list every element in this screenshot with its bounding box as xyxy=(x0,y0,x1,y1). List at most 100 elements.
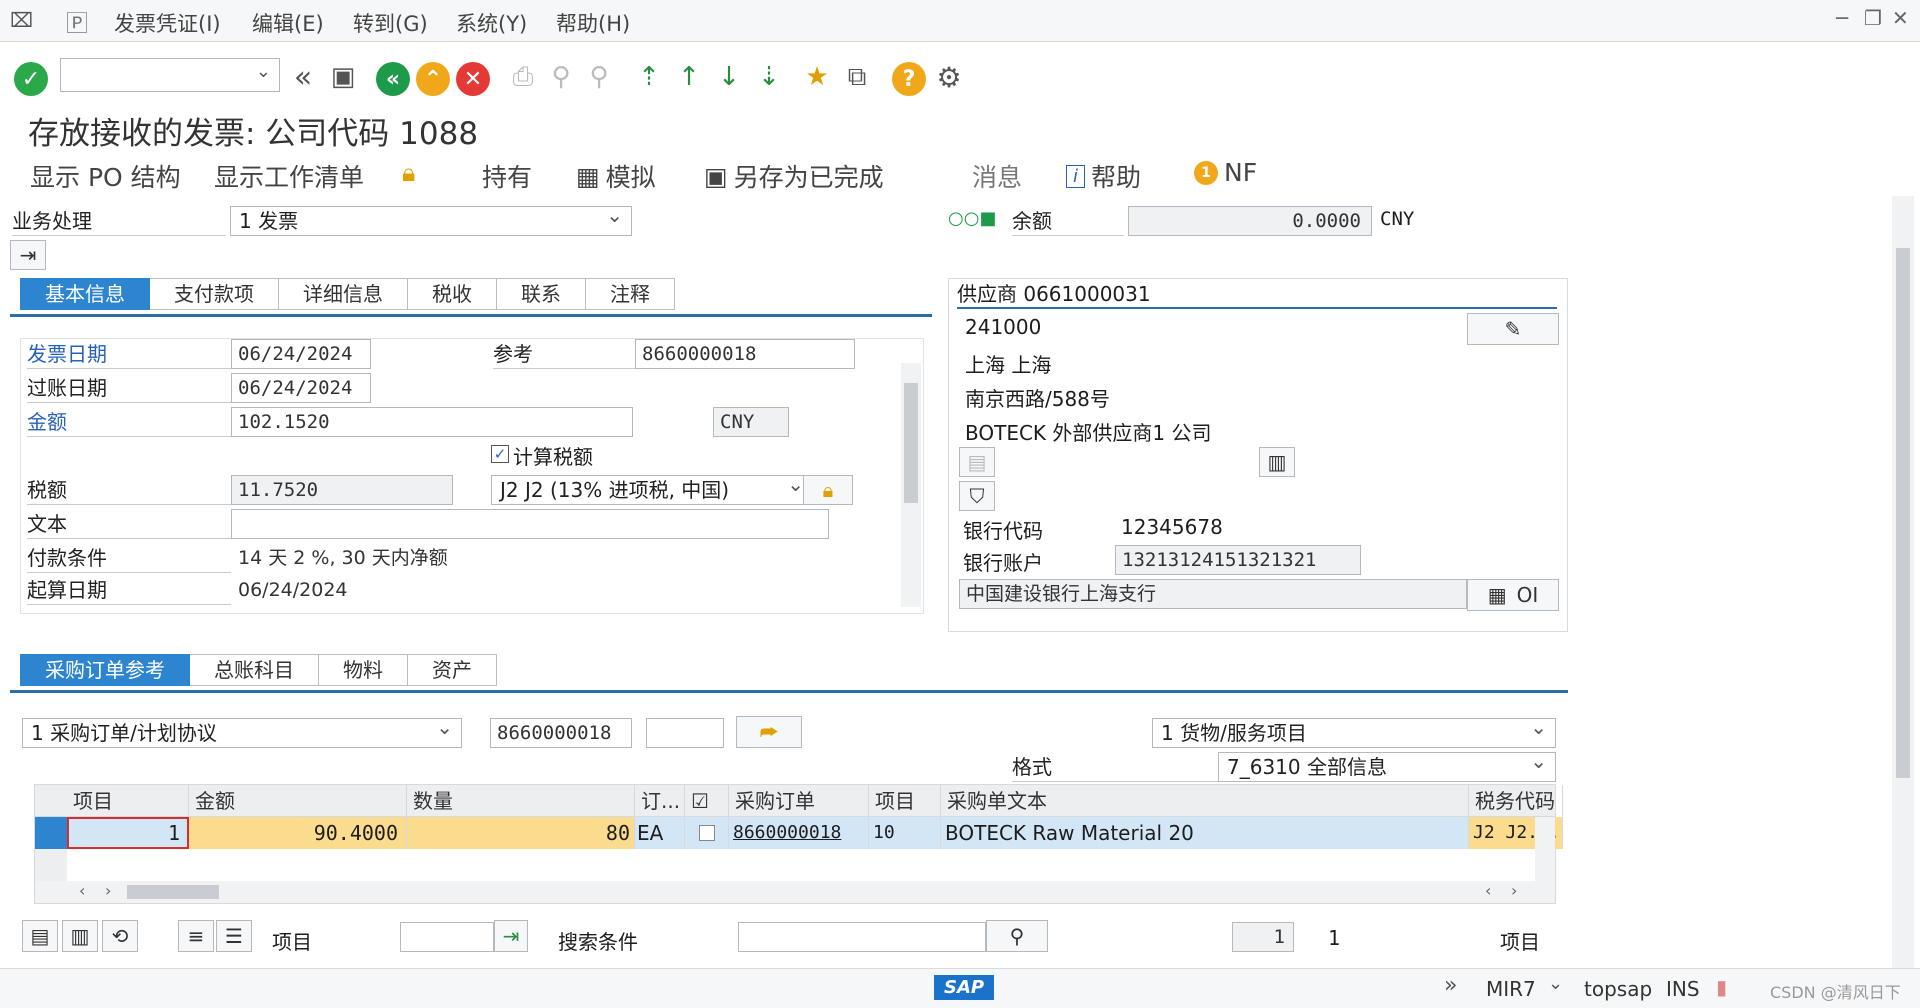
baseline-date-value[interactable]: 06/24/2024 xyxy=(231,575,451,605)
new-session-icon[interactable]: ★ xyxy=(800,60,834,94)
bank-account-field[interactable]: 13213124151321321 xyxy=(1115,545,1361,575)
col-tax-code[interactable]: 税务代码 xyxy=(1469,785,1563,817)
tab-asset[interactable]: 资产 xyxy=(408,654,497,686)
menu-edit[interactable]: 编辑(E) xyxy=(252,8,324,38)
col-quantity[interactable]: 数量 xyxy=(407,785,635,817)
menu-help[interactable]: 帮助(H) xyxy=(556,8,630,38)
col-po[interactable]: 采购订单 xyxy=(729,785,869,817)
invoice-date-field[interactable]: 06/24/2024 xyxy=(231,339,371,369)
messages-button[interactable]: 消息 xyxy=(972,158,1022,194)
main-scrollbar[interactable] xyxy=(1892,196,1914,968)
back-double-icon[interactable]: « xyxy=(286,60,320,95)
menu-layout-icon[interactable]: 🄿 xyxy=(66,6,88,38)
tab-contacts[interactable]: 联系 xyxy=(497,278,586,310)
cell-amount[interactable]: 90.4000 xyxy=(189,817,407,849)
item-filter-field[interactable] xyxy=(400,922,494,952)
po-transfer-icon[interactable]: ⮫ xyxy=(736,716,802,748)
menu-goto[interactable]: 转到(G) xyxy=(353,8,428,38)
deselect-icon[interactable]: ▥ xyxy=(62,920,98,952)
po-item-field[interactable] xyxy=(646,718,724,748)
close-window-icon[interactable]: ✕ xyxy=(1892,6,1909,30)
main-scroll-thumb[interactable] xyxy=(1896,248,1910,778)
find-next-icon[interactable]: ⚲ xyxy=(582,60,616,94)
posting-date-field[interactable]: 06/24/2024 xyxy=(231,373,371,403)
exit-icon[interactable]: ⌃ xyxy=(416,62,450,96)
tab-po-reference[interactable]: 采购订单参考 xyxy=(20,654,190,686)
col-po-item[interactable]: 项目 xyxy=(869,785,941,817)
row-selector-empty[interactable] xyxy=(35,849,67,881)
shortcut-icon[interactable]: ⧉ xyxy=(840,60,874,94)
search-icon[interactable]: ⚲ xyxy=(986,920,1048,952)
vendor-filter-icon[interactable]: ⛉ xyxy=(959,481,995,511)
tab-basic-data[interactable]: 基本信息 xyxy=(20,278,150,310)
oi-button[interactable]: ▦ OI xyxy=(1467,579,1559,611)
hold-button[interactable]: 持有 xyxy=(482,158,532,194)
cell-item[interactable]: 1 xyxy=(67,817,189,849)
nf-button[interactable]: 1 NF xyxy=(1194,158,1257,187)
item-type-select[interactable]: 1 货物/服务项目 xyxy=(1152,718,1556,748)
search-field[interactable] xyxy=(738,922,986,952)
minimize-icon[interactable]: ─ xyxy=(1836,6,1848,30)
item-jump-icon[interactable]: ⇥ xyxy=(494,920,528,952)
layout-select[interactable]: 7_6310 全部信息 xyxy=(1218,752,1556,782)
save-icon[interactable]: ▣ xyxy=(326,60,360,94)
tab-gl-account[interactable]: 总账科目 xyxy=(190,654,319,686)
save-completed-button[interactable]: ▣ 另存为已完成 xyxy=(704,158,884,194)
select-all-icon[interactable]: ▤ xyxy=(22,920,58,952)
menu-exit-icon[interactable]: ⌧ xyxy=(10,8,33,32)
lock-icon[interactable]: 🔒︎ xyxy=(402,158,415,188)
currency-field[interactable]: CNY xyxy=(713,407,789,437)
next-page-icon[interactable]: ↓ xyxy=(712,60,746,94)
cell-po-item[interactable]: 10 xyxy=(869,817,941,849)
cell-flag-checkbox[interactable] xyxy=(699,825,715,841)
amount-field[interactable]: 102.1520 xyxy=(231,407,633,437)
basic-scroll-thumb[interactable] xyxy=(904,383,918,503)
tab-note[interactable]: 注释 xyxy=(586,278,675,310)
command-field[interactable]: ⌄ xyxy=(60,58,280,92)
status-expand-icon[interactable]: » xyxy=(1444,973,1457,998)
cell-po[interactable]: 8660000018 xyxy=(729,817,869,849)
display-worklist-button[interactable]: 显示工作清单 xyxy=(214,158,364,194)
tcode-label[interactable]: MIR7 xyxy=(1486,977,1536,1001)
help-button[interactable]: i 帮助 xyxy=(1066,158,1141,194)
cell-quantity[interactable]: 80 xyxy=(407,817,635,849)
scroll-right-icon[interactable]: › xyxy=(105,881,111,900)
table-row[interactable]: 1 90.4000 80 EA 8660000018 10 BOTECK Raw… xyxy=(35,817,1563,849)
current-page-field[interactable]: 1 xyxy=(1232,922,1294,952)
calc-tax-checkbox[interactable]: ✓ xyxy=(491,445,509,463)
back-icon[interactable]: « xyxy=(376,62,410,96)
tcode-dropdown-icon[interactable]: ⌄ xyxy=(1548,973,1563,994)
col-order-unit[interactable]: 订... xyxy=(635,785,685,817)
grid-vscrollbar[interactable] xyxy=(1535,817,1555,881)
col-po-text[interactable]: 采购单文本 xyxy=(941,785,1469,817)
tax-detail-icon[interactable]: 🔒︎ xyxy=(803,475,853,505)
first-page-icon[interactable]: ⇡ xyxy=(632,60,666,94)
scroll-right2-icon[interactable]: › xyxy=(1511,881,1517,900)
menu-invoice[interactable]: 发票凭证(I) xyxy=(114,8,221,38)
text-field[interactable] xyxy=(231,509,829,539)
cell-unit[interactable]: EA xyxy=(635,817,685,849)
simulate-button[interactable]: ▦ 模拟 xyxy=(576,158,656,194)
col-flag-icon[interactable]: ☑ xyxy=(685,785,729,817)
tab-payment[interactable]: 支付款项 xyxy=(150,278,279,310)
cell-flag[interactable] xyxy=(685,817,729,849)
vendor-clipboard-icon[interactable]: ▥ xyxy=(1259,447,1295,477)
prev-page-icon[interactable]: ↑ xyxy=(672,60,706,94)
transaction-select[interactable]: 1 发票 xyxy=(230,206,632,236)
vendor-edit-icon[interactable]: ✎ xyxy=(1467,313,1559,345)
tab-details[interactable]: 详细信息 xyxy=(279,278,408,310)
cell-po-text[interactable]: BOTECK Raw Material 20 xyxy=(941,817,1469,849)
scroll-left2-icon[interactable]: ‹ xyxy=(1485,881,1491,900)
grid-hscrollbar[interactable]: ‹ › ‹ › xyxy=(35,881,1555,903)
settings-gear-icon[interactable]: ⚙ xyxy=(932,60,966,94)
menu-system[interactable]: 系统(Y) xyxy=(456,8,527,38)
basic-scrollbar[interactable] xyxy=(901,363,921,607)
vendor-display-icon[interactable]: ▤ xyxy=(959,447,995,477)
last-page-icon[interactable]: ⇣ xyxy=(752,60,786,94)
po-doc-type-select[interactable]: 1 采购订单/计划协议 xyxy=(22,718,462,748)
cancel-icon[interactable]: ✕ xyxy=(456,62,490,96)
print-icon[interactable]: ⎙ xyxy=(506,60,540,94)
col-item[interactable]: 项目 xyxy=(67,785,189,817)
display-po-structure-button[interactable]: 显示 PO 结构 xyxy=(30,158,181,194)
po-number-field[interactable]: 8660000018 xyxy=(490,718,632,748)
